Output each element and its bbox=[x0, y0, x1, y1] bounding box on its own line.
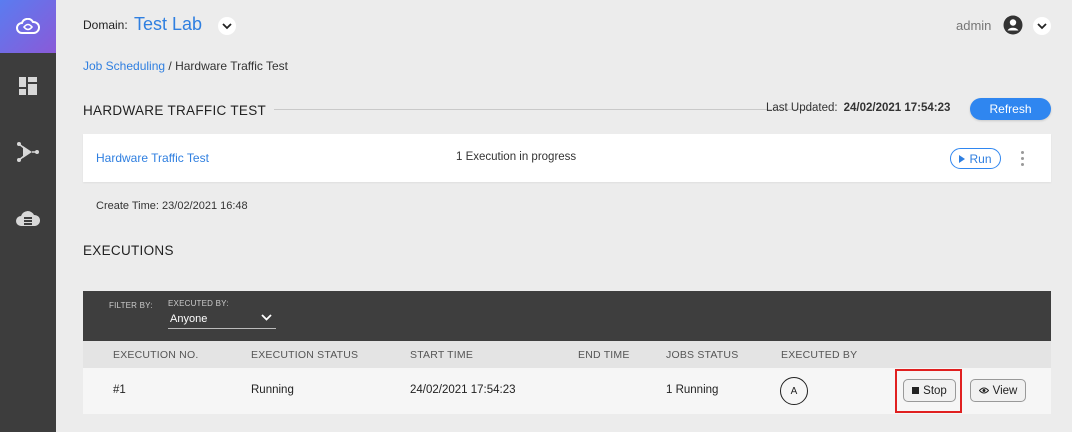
chevron-down-icon bbox=[222, 22, 232, 29]
domain-value[interactable]: Test Lab bbox=[134, 14, 202, 35]
job-name-link[interactable]: Hardware Traffic Test bbox=[96, 151, 209, 165]
column-header-end-time: END TIME bbox=[578, 349, 630, 361]
view-button-label: View bbox=[992, 384, 1018, 397]
column-header-execution-status: EXECUTION STATUS bbox=[251, 349, 359, 361]
cloud-storage-icon bbox=[16, 211, 41, 226]
breadcrumb-separator: / bbox=[165, 59, 176, 73]
execution-start-time: 24/02/2021 17:54:23 bbox=[410, 384, 516, 396]
topology-icon bbox=[17, 142, 39, 162]
executions-table-header: EXECUTION NO. EXECUTION STATUS START TIM… bbox=[83, 341, 1051, 368]
domain-label: Domain: bbox=[83, 18, 128, 32]
nav-dashboard[interactable] bbox=[0, 53, 56, 119]
app-logo[interactable] bbox=[0, 0, 56, 53]
table-row: #1 Running 24/02/2021 17:54:23 1 Running… bbox=[83, 368, 1051, 414]
filter-by-label: FILTER BY: bbox=[109, 301, 153, 310]
create-time-label: Create Time: bbox=[96, 200, 159, 212]
executed-by-avatar: A bbox=[780, 377, 808, 405]
chevron-down-icon bbox=[1037, 22, 1047, 29]
last-updated-label: Last Updated: bbox=[766, 102, 838, 114]
breadcrumb-link-job-scheduling[interactable]: Job Scheduling bbox=[83, 59, 165, 73]
stop-button[interactable]: Stop bbox=[903, 379, 956, 402]
column-header-executed-by: EXECUTED BY bbox=[781, 349, 858, 361]
chevron-down-icon bbox=[261, 314, 272, 321]
executed-by-select[interactable]: Anyone bbox=[168, 311, 276, 329]
executed-by-label: EXECUTED BY: bbox=[168, 299, 229, 308]
cloud-logo-icon bbox=[16, 17, 40, 34]
domain-dropdown-button[interactable] bbox=[218, 17, 236, 35]
job-execution-status: 1 Execution in progress bbox=[456, 151, 577, 163]
executed-by-value: Anyone bbox=[170, 313, 208, 325]
last-updated: Last Updated: 24/02/2021 17:54:23 bbox=[766, 102, 950, 114]
job-card: Hardware Traffic Test 1 Execution in pro… bbox=[83, 134, 1051, 182]
page-title: HARDWARE TRAFFIC TEST bbox=[83, 103, 267, 118]
stop-icon bbox=[912, 387, 920, 394]
execution-number: #1 bbox=[113, 384, 126, 396]
column-header-start-time: START TIME bbox=[410, 349, 474, 361]
user-menu-button[interactable] bbox=[1033, 17, 1051, 35]
eye-icon bbox=[978, 387, 989, 394]
more-options-icon[interactable] bbox=[1018, 148, 1026, 170]
create-time: Create Time: 23/02/2021 16:48 bbox=[96, 200, 248, 212]
executions-title: EXECUTIONS bbox=[83, 243, 174, 258]
column-header-execution-no: EXECUTION NO. bbox=[113, 349, 199, 361]
nav-topology[interactable] bbox=[0, 119, 56, 185]
nav-cloud-storage[interactable] bbox=[0, 185, 56, 251]
stop-button-label: Stop bbox=[923, 384, 947, 397]
main-content: Domain: Test Lab admin Job Scheduling / … bbox=[56, 0, 1072, 432]
column-header-jobs-status: JOBS STATUS bbox=[666, 349, 739, 361]
user-avatar-icon[interactable] bbox=[1003, 15, 1023, 35]
filter-bar: FILTER BY: EXECUTED BY: Anyone bbox=[83, 291, 1051, 341]
refresh-button[interactable]: Refresh bbox=[970, 98, 1051, 120]
last-updated-value: 24/02/2021 17:54:23 bbox=[843, 102, 951, 114]
create-time-value: 23/02/2021 16:48 bbox=[162, 200, 248, 212]
breadcrumb: Job Scheduling / Hardware Traffic Test bbox=[83, 59, 288, 73]
run-button-label: Run bbox=[969, 151, 992, 166]
user-name[interactable]: admin bbox=[956, 18, 991, 33]
top-bar: Domain: Test Lab admin bbox=[56, 0, 1072, 52]
view-button[interactable]: View bbox=[970, 379, 1026, 402]
dashboard-icon bbox=[19, 77, 37, 95]
execution-status: Running bbox=[251, 384, 294, 396]
execution-jobs-status: 1 Running bbox=[666, 384, 719, 396]
play-icon bbox=[959, 154, 966, 163]
breadcrumb-current: Hardware Traffic Test bbox=[175, 59, 289, 73]
run-button[interactable]: Run bbox=[950, 148, 1001, 169]
title-divider bbox=[274, 109, 812, 110]
sidebar bbox=[0, 0, 56, 432]
